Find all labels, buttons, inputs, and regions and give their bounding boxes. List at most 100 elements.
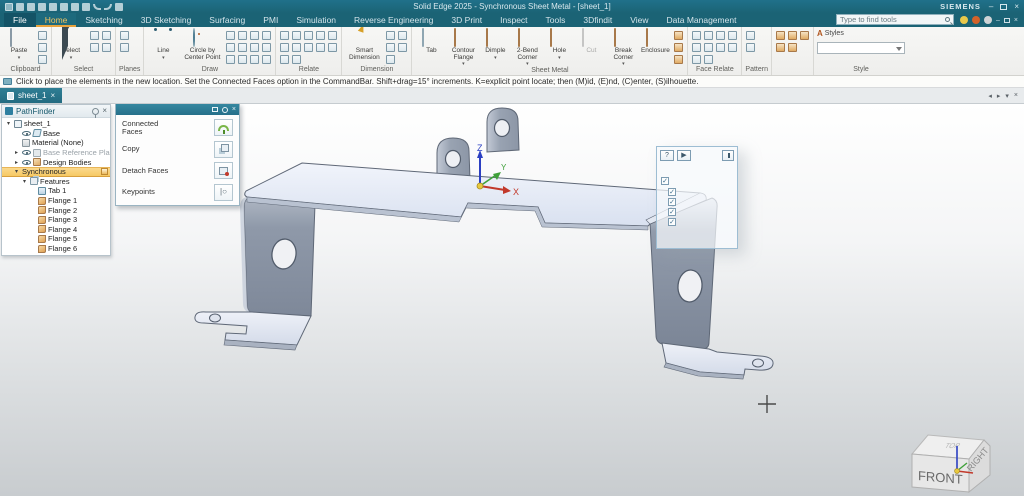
app-icon[interactable] (5, 2, 13, 11)
document-tab-sheet-1[interactable]: sheet_1 × (0, 88, 63, 103)
more-planes-icon[interactable] (120, 43, 129, 52)
expander-open-icon[interactable]: ▾ (21, 178, 28, 185)
properties-icon[interactable] (82, 2, 90, 11)
rectangle-icon[interactable] (226, 31, 236, 40)
horizontal-face-icon[interactable] (728, 43, 738, 52)
coplanar-icon[interactable] (728, 31, 738, 40)
tangent-face-icon[interactable] (692, 55, 702, 64)
menu-tab-view[interactable]: View (621, 13, 657, 27)
menu-tab-3dfindit[interactable]: 3Dfindit (574, 13, 621, 27)
paste-face-icon[interactable] (674, 43, 684, 52)
pathfinder-item-synchronous[interactable]: ▾ Synchronous (2, 166, 110, 177)
support-icon[interactable] (972, 16, 980, 24)
pattern-sketch-icon[interactable] (238, 43, 248, 52)
pathfinder-item-flange-6[interactable]: Flange 6 (2, 244, 110, 254)
quickbar-checkbox-4[interactable]: ✓ (668, 208, 676, 216)
left-leg-flange[interactable] (240, 197, 316, 317)
extend-icon[interactable] (262, 43, 272, 52)
fillet-icon[interactable] (250, 31, 260, 40)
menu-tab-sketching[interactable]: Sketching (76, 13, 131, 27)
copy-icon[interactable] (38, 31, 47, 40)
expander-closed-icon[interactable]: ▸ (13, 159, 20, 166)
horizontal-vertical-icon[interactable] (292, 31, 302, 40)
menu-tab-tools[interactable]: Tools (537, 13, 575, 27)
angle-between-icon[interactable] (398, 31, 408, 40)
keypoints-button[interactable]: |○ (214, 183, 233, 201)
pathfinder-item-material-none[interactable]: Material (None) (2, 138, 110, 148)
pathfinder-item-flange-3[interactable]: Flange 3 (2, 215, 110, 225)
expander-closed-icon[interactable]: ▸ (13, 149, 20, 156)
pencil-icon[interactable] (262, 55, 272, 64)
quickbar-checkbox-3[interactable]: ✓ (668, 198, 676, 206)
right-foot-flange[interactable] (661, 342, 774, 380)
detach-icon[interactable] (674, 55, 684, 64)
redo-icon[interactable] (104, 3, 112, 10)
circle-by-center-point-button[interactable]: Circle by Center Point (181, 28, 223, 61)
close-button[interactable]: × (1014, 2, 1019, 11)
lock-icon[interactable] (316, 31, 326, 40)
maintain-relationships-icon[interactable] (280, 55, 290, 64)
print-icon[interactable] (60, 2, 68, 11)
mirror-icon[interactable] (746, 43, 756, 52)
pathfinder-item-tab-1[interactable]: Tab 1 (2, 186, 110, 196)
keep-relationships-icon[interactable] (704, 31, 714, 40)
relationship-colors-icon[interactable] (292, 55, 302, 64)
commandbar-options-icon[interactable] (221, 106, 228, 113)
tangent-icon[interactable] (304, 31, 314, 40)
visibility-eye-icon[interactable] (22, 150, 31, 156)
expander-open-icon[interactable]: ▾ (13, 168, 20, 175)
symmetric-diameter-icon[interactable] (386, 43, 396, 52)
quickbar-checkbox-2[interactable]: ✓ (668, 188, 676, 196)
rectangular-pattern-icon[interactable] (746, 31, 756, 40)
save-as-icon[interactable] (49, 2, 57, 11)
restore-icon[interactable] (1003, 17, 1010, 23)
minimize-ribbon-icon[interactable]: – (996, 17, 1000, 24)
symmetry-face-icon[interactable] (716, 31, 726, 40)
settings-icon[interactable] (71, 2, 79, 11)
tab-button[interactable]: Tab (415, 28, 447, 66)
offset-icon[interactable] (262, 31, 272, 40)
collinear-icon[interactable] (316, 43, 326, 52)
undo-icon[interactable] (93, 3, 101, 10)
menu-tab-reverse-engineering[interactable]: Reverse Engineering (345, 13, 442, 27)
enclosure-button[interactable]: Enclosure (639, 28, 671, 66)
quickbar-pin-icon[interactable] (722, 150, 734, 161)
menu-tab-3d-print[interactable]: 3D Print (442, 13, 491, 27)
visibility-eye-icon[interactable] (22, 159, 31, 165)
add-body-icon[interactable] (775, 31, 785, 40)
community-icon[interactable] (960, 16, 968, 24)
select-options-icon[interactable] (90, 31, 99, 40)
commandbar-close-icon[interactable]: × (232, 106, 236, 113)
close-document-icon[interactable]: × (1014, 17, 1018, 24)
connected-faces-button[interactable] (214, 119, 233, 136)
quickbar-accept-button[interactable]: ▶ (677, 150, 691, 161)
minimize-button[interactable]: – (989, 2, 993, 11)
style-dropdown[interactable] (816, 42, 905, 54)
coincident-plane-icon[interactable] (120, 31, 129, 40)
paste-button[interactable]: Paste ▾ (3, 28, 35, 60)
pathfinder-item-flange-1[interactable]: Flange 1 (2, 196, 110, 206)
perpendicular-face-icon[interactable] (704, 43, 714, 52)
parallel-icon[interactable] (328, 31, 338, 40)
fence-select-icon[interactable] (102, 31, 111, 40)
concentric-icon[interactable] (304, 43, 314, 52)
intersect-body-icon[interactable] (799, 31, 809, 40)
tab-close-icon[interactable]: × (50, 91, 55, 100)
coordinate-dimension-icon[interactable] (398, 43, 408, 52)
move-icon[interactable] (238, 55, 248, 64)
clipboard-icon[interactable] (38, 43, 47, 52)
tab-prev-icon[interactable]: ◂ (988, 92, 992, 100)
pathfinder-item-base-reference-planes[interactable]: ▸ Base Reference Planes (2, 148, 110, 158)
rigid-set-icon[interactable] (328, 43, 338, 52)
relate-faces-icon[interactable] (692, 31, 702, 40)
equal-icon[interactable] (280, 43, 290, 52)
pathfinder-pin-icon[interactable] (92, 107, 100, 118)
menu-tab-data-management[interactable]: Data Management (658, 13, 746, 27)
menu-tab-file[interactable]: File (4, 13, 36, 27)
detach-faces-button[interactable] (214, 162, 233, 180)
distance-between-icon[interactable] (386, 31, 396, 40)
pathfinder-item-features[interactable]: ▾ Features (2, 177, 110, 187)
connect-icon[interactable] (280, 31, 290, 40)
pathfinder-item-design-bodies[interactable]: ▸ Design Bodies (2, 157, 110, 167)
split-body-icon[interactable] (787, 43, 797, 52)
